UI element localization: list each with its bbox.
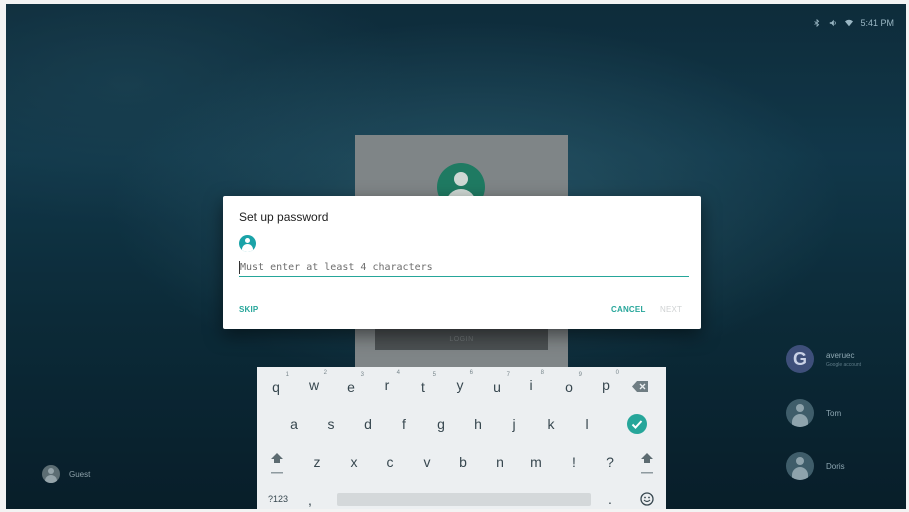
key-a[interactable]: a (279, 416, 309, 432)
person-icon (786, 452, 814, 480)
key-i[interactable]: i8 (516, 370, 546, 393)
key-e[interactable]: e3 (336, 372, 366, 395)
key-comma[interactable]: , (303, 492, 317, 508)
user-name: Doris (826, 461, 845, 471)
status-time: 5:41 PM (860, 18, 894, 28)
key-question[interactable]: ? (595, 454, 625, 470)
set-password-dialog: Set up password SKIP CANCEL NEXT (223, 196, 701, 329)
key-f[interactable]: f (389, 416, 419, 432)
key-o[interactable]: o9 (554, 372, 584, 395)
key-n[interactable]: n (485, 454, 515, 470)
account-icon (239, 235, 256, 252)
user-item-averuec[interactable]: G averuec Google account (786, 345, 861, 373)
symbols-key[interactable]: ?123 (261, 494, 295, 504)
key-d[interactable]: d (353, 416, 383, 432)
check-icon (631, 420, 643, 429)
volume-icon (830, 19, 837, 27)
key-w[interactable]: w2 (299, 370, 329, 393)
key-l[interactable]: l (572, 416, 602, 432)
key-b[interactable]: b (448, 454, 478, 470)
key-v[interactable]: v (412, 454, 442, 470)
person-icon (786, 399, 814, 427)
key-x[interactable]: x (339, 454, 369, 470)
key-q[interactable]: q1 (261, 372, 291, 395)
key-period[interactable]: . (603, 491, 617, 507)
key-u[interactable]: u7 (482, 372, 512, 395)
status-bar: 5:41 PM (812, 18, 894, 28)
shift-right-icon[interactable] (641, 453, 653, 475)
key-r[interactable]: r4 (372, 370, 402, 393)
key-z[interactable]: z (302, 454, 332, 470)
google-icon: G (786, 345, 814, 373)
key-m[interactable]: m (521, 454, 551, 470)
user-item-tom[interactable]: Tom (786, 399, 841, 427)
key-c[interactable]: c (375, 454, 405, 470)
key-y[interactable]: y6 (445, 370, 475, 393)
shift-left-icon[interactable] (271, 453, 283, 475)
wifi-icon (845, 19, 854, 27)
skip-button[interactable]: SKIP (239, 305, 258, 314)
key-j[interactable]: j (499, 416, 529, 432)
key-g[interactable]: g (426, 416, 456, 432)
next-button[interactable]: NEXT (660, 305, 682, 314)
key-k[interactable]: k (536, 416, 566, 432)
text-cursor (239, 261, 240, 274)
guest-user[interactable]: Guest (42, 465, 90, 483)
login-button[interactable]: LOGIN (375, 328, 548, 350)
emoji-icon[interactable] (640, 492, 654, 506)
user-name: Tom (826, 408, 842, 418)
password-input[interactable] (239, 259, 689, 277)
user-item-doris[interactable]: Doris (786, 452, 845, 480)
user-name: averuec (826, 350, 855, 360)
cancel-button[interactable]: CANCEL (611, 305, 646, 314)
guest-label: Guest (69, 469, 91, 479)
enter-key[interactable] (627, 414, 647, 434)
lock-screen-background: 5:41 PM LOGIN Guest G averuec Google acc… (0, 0, 909, 512)
backspace-icon[interactable] (632, 381, 648, 392)
user-subtitle: Google account (826, 361, 862, 368)
on-screen-keyboard: q1 w2 e3 r4 t5 y6 u7 i8 o9 p0 a s d f g … (257, 367, 666, 509)
guest-avatar-icon (42, 465, 60, 483)
key-exclamation[interactable]: ! (559, 454, 589, 470)
bluetooth-icon (814, 19, 820, 27)
dialog-title: Set up password (239, 210, 329, 224)
key-h[interactable]: h (463, 416, 493, 432)
key-s[interactable]: s (316, 416, 346, 432)
key-t[interactable]: t5 (408, 372, 438, 395)
spacebar[interactable] (337, 493, 591, 506)
key-p[interactable]: p0 (591, 370, 621, 393)
